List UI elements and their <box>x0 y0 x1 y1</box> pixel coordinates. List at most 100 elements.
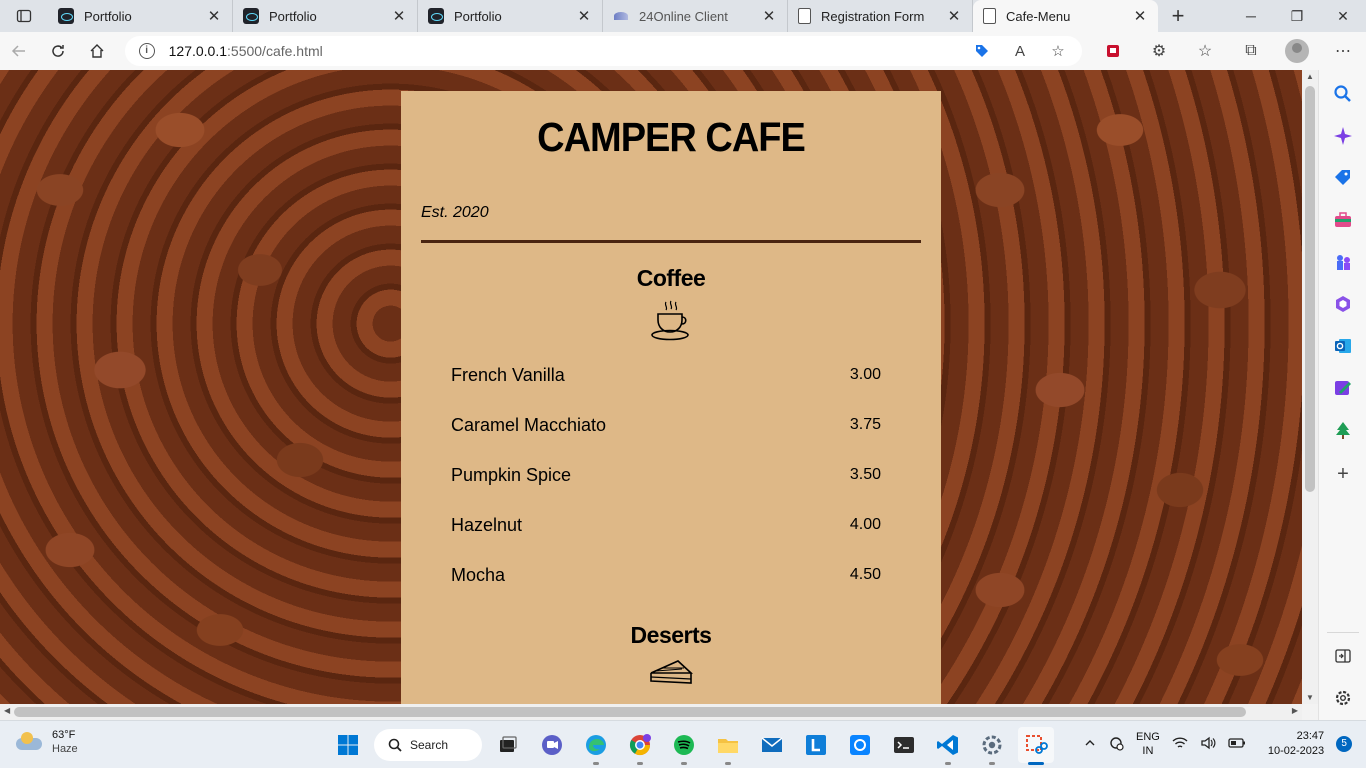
close-icon[interactable]: ✕ <box>1132 7 1148 25</box>
search-icon[interactable] <box>1333 84 1353 104</box>
close-icon[interactable]: ✕ <box>391 7 407 25</box>
mail-icon <box>761 737 783 752</box>
browser-tab[interactable]: Portfolio ✕ <box>418 0 603 32</box>
favorites-icon[interactable]: ☆ <box>1182 32 1228 70</box>
browser-tab[interactable]: Portfolio ✕ <box>48 0 233 32</box>
hide-sidebar-icon[interactable] <box>1333 646 1353 666</box>
tab-label: 24Online Client <box>639 8 728 24</box>
tab-label: Portfolio <box>84 8 132 24</box>
settings-app[interactable] <box>974 727 1010 765</box>
taskbar-search[interactable]: Search <box>374 729 482 761</box>
favorite-star-icon[interactable]: ☆ <box>1048 41 1068 61</box>
volume-icon[interactable] <box>1200 736 1216 753</box>
toolbar-right: ⚙ ☆ ⧉ ⋯ <box>1090 32 1366 70</box>
chevron-up-icon[interactable] <box>1084 737 1096 752</box>
section-title-coffee: Coffee <box>636 265 706 291</box>
start-button[interactable] <box>330 727 366 763</box>
vscode-app[interactable] <box>930 727 966 765</box>
back-button[interactable] <box>0 32 39 70</box>
minimize-button[interactable]: ─ <box>1228 0 1274 32</box>
wifi-icon[interactable] <box>1172 736 1188 753</box>
terminal-icon <box>894 737 914 753</box>
tab-strip: Portfolio ✕ Portfolio ✕ Portfolio ✕ 24On… <box>0 0 1366 32</box>
browser-toolbar: i 127.0.0.1:5500/cafe.html A ☆ ⚙ ☆ ⧉ ⋯ <box>0 32 1366 70</box>
running-indicator <box>593 762 599 765</box>
collections-icon[interactable]: ⧉ <box>1228 32 1274 70</box>
shopping-icon[interactable] <box>1333 168 1353 188</box>
edge-sidebar: + <box>1318 70 1366 720</box>
copilot-icon[interactable] <box>1333 126 1353 146</box>
close-icon[interactable]: ✕ <box>576 7 592 25</box>
close-icon[interactable]: ✕ <box>206 7 222 25</box>
vertical-scrollbar[interactable]: ▲ ▼ <box>1302 70 1318 704</box>
refresh-button[interactable] <box>39 32 78 70</box>
tools-icon[interactable] <box>1333 210 1353 230</box>
tab-actions-button[interactable] <box>0 0 48 32</box>
menu-item: Caramel Macchiato 3.75 <box>421 400 921 450</box>
avatar <box>1285 39 1310 63</box>
item-name: French Vanilla <box>451 364 565 385</box>
games-icon[interactable] <box>1333 252 1353 272</box>
url-host: 127.0.0.1 <box>168 43 228 59</box>
running-indicator <box>1028 762 1044 765</box>
file-explorer-app[interactable] <box>710 727 746 765</box>
search-label: Search <box>410 738 449 752</box>
browser-tab[interactable]: 24Online Client ✕ <box>603 0 788 32</box>
add-icon[interactable]: + <box>1333 464 1353 484</box>
read-aloud-icon[interactable]: A <box>1010 41 1030 61</box>
extensions-puzzle-icon[interactable]: ⚙ <box>1136 32 1182 70</box>
new-tab-button[interactable]: + <box>1158 0 1198 32</box>
restore-button[interactable]: ❐ <box>1274 0 1320 32</box>
browser-tab[interactable]: Registration Form ✕ <box>788 0 973 32</box>
tab-label: Cafe-Menu <box>1006 8 1071 24</box>
close-icon[interactable]: ✕ <box>946 7 962 25</box>
tree-icon[interactable] <box>1333 420 1353 440</box>
close-window-button[interactable]: ✕ <box>1320 0 1366 32</box>
mail-app[interactable] <box>754 727 790 763</box>
site-info-icon[interactable]: i <box>138 43 155 59</box>
chrome-app[interactable] <box>622 727 658 765</box>
address-bar[interactable]: i 127.0.0.1:5500/cafe.html A ☆ <box>124 36 1083 66</box>
blue-app[interactable] <box>842 727 878 763</box>
shopping-tag-icon[interactable] <box>972 41 992 61</box>
page-icon <box>983 8 996 24</box>
edge-app[interactable] <box>578 727 614 765</box>
scroll-right-icon[interactable]: ▶ <box>1292 706 1298 715</box>
task-view-button[interactable] <box>490 727 526 763</box>
outlook-icon[interactable] <box>1333 336 1353 356</box>
browser-tab[interactable]: Portfolio ✕ <box>233 0 418 32</box>
spotify-icon <box>674 735 694 755</box>
menu-item: Hazelnut 4.00 <box>421 500 921 550</box>
snipping-tool-app[interactable] <box>1018 727 1054 765</box>
scroll-up-icon[interactable]: ▲ <box>1302 72 1318 81</box>
sidebar-divider <box>1327 632 1359 633</box>
microsoft365-icon[interactable] <box>1333 294 1353 314</box>
scrollbar-thumb[interactable] <box>1305 86 1315 492</box>
close-icon[interactable]: ✕ <box>761 7 777 25</box>
l-app[interactable] <box>798 727 834 763</box>
battery-icon[interactable] <box>1228 737 1246 752</box>
terminal-app[interactable] <box>886 727 922 763</box>
spotify-app[interactable] <box>666 727 702 765</box>
notification-badge[interactable]: 5 <box>1336 736 1353 752</box>
more-menu-icon[interactable]: ⋯ <box>1320 32 1366 70</box>
clock[interactable]: 23:47 10-02-2023 <box>1268 729 1324 759</box>
chat-app[interactable] <box>534 727 570 763</box>
scroll-down-icon[interactable]: ▼ <box>1302 693 1318 702</box>
item-name: Pumpkin Spice <box>451 464 572 485</box>
chat-icon <box>542 735 562 755</box>
scroll-left-icon[interactable]: ◀ <box>4 706 10 715</box>
settings-gear-icon[interactable] <box>1333 688 1353 708</box>
designer-icon[interactable] <box>1333 378 1353 398</box>
browser-tab-active[interactable]: Cafe-Menu ✕ <box>973 0 1158 32</box>
horizontal-scrollbar[interactable]: ◀ ▶ <box>0 704 1302 720</box>
profile-button[interactable] <box>1274 32 1320 70</box>
weather-widget[interactable]: 63°F Haze <box>16 729 78 755</box>
network-status-icon[interactable] <box>1108 735 1124 754</box>
coffee-cup-icon <box>421 298 921 342</box>
scrollbar-thumb[interactable] <box>14 707 1246 717</box>
24online-icon <box>613 8 629 24</box>
home-button[interactable] <box>78 32 117 70</box>
extension-shield-icon[interactable] <box>1090 32 1136 70</box>
language-indicator[interactable]: ENG IN <box>1136 730 1160 758</box>
